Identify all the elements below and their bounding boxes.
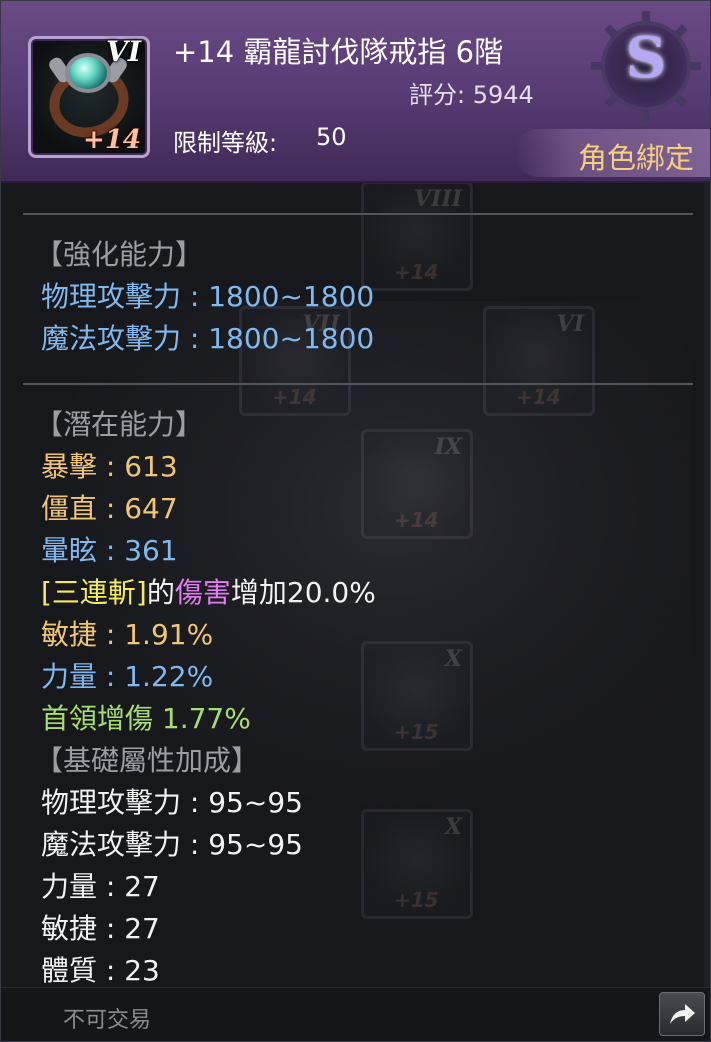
skill-bonus: 增加20.0% [230, 576, 376, 609]
skill-name: [三連斬] [41, 576, 147, 609]
grade-letter: S [625, 25, 667, 91]
base-line: 體質 : 23 [41, 954, 160, 987]
potential-line: 暴擊 : 613 [41, 450, 178, 483]
potential-line: 力量 : 1.22% [41, 660, 214, 693]
potential-line: 暈眩 : 361 [41, 534, 178, 567]
enhance-line: 魔法攻擊力 : 1800~1800 [41, 322, 375, 355]
section-title-enhance: 【強化能力】 [35, 238, 204, 271]
item-tier-badge: VI [106, 35, 141, 68]
divider [23, 383, 693, 385]
grade-emblem-icon: S [591, 11, 701, 121]
item-name: +14 霸龍討伐隊戒指 6階 [173, 35, 504, 69]
base-line: 力量 : 27 [41, 870, 160, 903]
section-title-base: 【基礎屬性加成】 [35, 744, 260, 777]
share-button[interactable] [659, 992, 705, 1036]
potential-line: 僵直 : 647 [41, 492, 178, 525]
level-requirement-value: 50 [316, 123, 347, 151]
item-tooltip-panel: VIII +14 VII +14 VI +14 IX +14 X +15 X +… [0, 0, 711, 1042]
share-arrow-icon [670, 1004, 695, 1024]
item-enhance-badge: +14 [83, 125, 141, 155]
enhance-line: 物理攻擊力 : 1800~1800 [41, 280, 375, 313]
base-line: 物理攻擊力 : 95~95 [41, 786, 303, 819]
potential-skill-line: [三連斬]的傷害增加20.0% [41, 575, 376, 611]
potential-line: 首領增傷 1.77% [41, 702, 251, 735]
potential-line: 敏捷 : 1.91% [41, 618, 214, 651]
item-icon-frame: VI +14 [28, 35, 150, 158]
skill-connector: 的 [146, 576, 175, 609]
divider [23, 213, 693, 215]
base-line: 魔法攻擊力 : 95~95 [41, 828, 303, 861]
binding-badge: 角色綁定 [515, 129, 710, 177]
binding-text: 角色綁定 [577, 141, 694, 175]
tooltip-header: VI +14 +14 霸龍討伐隊戒指 6階 評分: 5944 限制等級: 50 … [1, 1, 710, 183]
section-title-potential: 【潛在能力】 [35, 408, 204, 441]
tooltip-footer: 不可交易 [1, 987, 710, 1041]
trade-status: 不可交易 [63, 1008, 152, 1033]
base-line: 敏捷 : 27 [41, 912, 160, 945]
item-score: 評分: 5944 [409, 81, 534, 109]
skill-damage-word: 傷害 [174, 576, 231, 609]
tooltip-body[interactable]: 【強化能力】 物理攻擊力 : 1800~1800 魔法攻擊力 : 1800~18… [1, 181, 710, 987]
level-requirement-label: 限制等級: [173, 129, 278, 157]
scrollbar[interactable] [704, 181, 710, 987]
ring-gem-shape [65, 53, 111, 93]
